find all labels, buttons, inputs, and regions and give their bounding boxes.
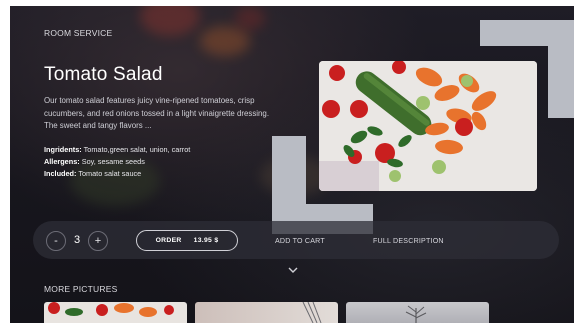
included-label: Included:: [44, 169, 77, 178]
full-description-button[interactable]: FULL DESCRIPTION: [373, 237, 444, 245]
quantity-value: 3: [74, 234, 81, 246]
dish-description: Our tomato salad features juicy vine-rip…: [44, 96, 270, 130]
more-picture-thumbnail[interactable]: [44, 302, 187, 323]
decorative-block: [548, 20, 574, 118]
included-line: Included: Tomato salat sauce: [44, 169, 141, 178]
room-service-screen: ROOM SERVICE Tomato Salad Our tomato sal…: [10, 6, 574, 323]
salad-image: [319, 61, 537, 191]
included-value: Tomato salat sauce: [78, 169, 142, 178]
ingredients-label: Ingridents:: [44, 145, 82, 154]
more-picture-thumbnail[interactable]: [346, 302, 489, 323]
ingredients-line: Ingridents: Tomato,green salat, union, c…: [44, 145, 190, 154]
background-food-decoration: [235, 6, 265, 30]
background-food-decoration: [200, 26, 250, 56]
dish-title: Tomato Salad: [44, 64, 163, 85]
increase-quantity-button[interactable]: +: [88, 231, 108, 251]
background-food-decoration: [140, 6, 200, 36]
table-thumbnail-image: [302, 302, 322, 323]
chevron-down-icon[interactable]: [288, 266, 298, 276]
order-button[interactable]: ORDER 13.95 $: [136, 230, 238, 251]
more-pictures-label: MORE PICTURES: [44, 284, 118, 294]
order-price: 13.95 $: [193, 237, 219, 244]
section-label: ROOM SERVICE: [44, 28, 113, 38]
order-button-label: ORDER: [155, 237, 182, 244]
allergens-value: Soy, sesame seeds: [81, 157, 145, 166]
salad-thumbnail-image: [48, 302, 174, 317]
decrease-quantity-button[interactable]: -: [46, 231, 66, 251]
dish-photo[interactable]: [319, 61, 537, 191]
allergens-line: Allergens: Soy, sesame seeds: [44, 157, 145, 166]
chevron-down-icon: [288, 267, 298, 273]
plant-thumbnail-image: [405, 305, 427, 323]
add-to-cart-button[interactable]: ADD TO CART: [275, 237, 325, 245]
allergens-label: Allergens:: [44, 157, 80, 166]
ingredients-value: Tomato,green salat, union, carrot: [83, 145, 191, 154]
more-picture-thumbnail[interactable]: [195, 302, 338, 323]
